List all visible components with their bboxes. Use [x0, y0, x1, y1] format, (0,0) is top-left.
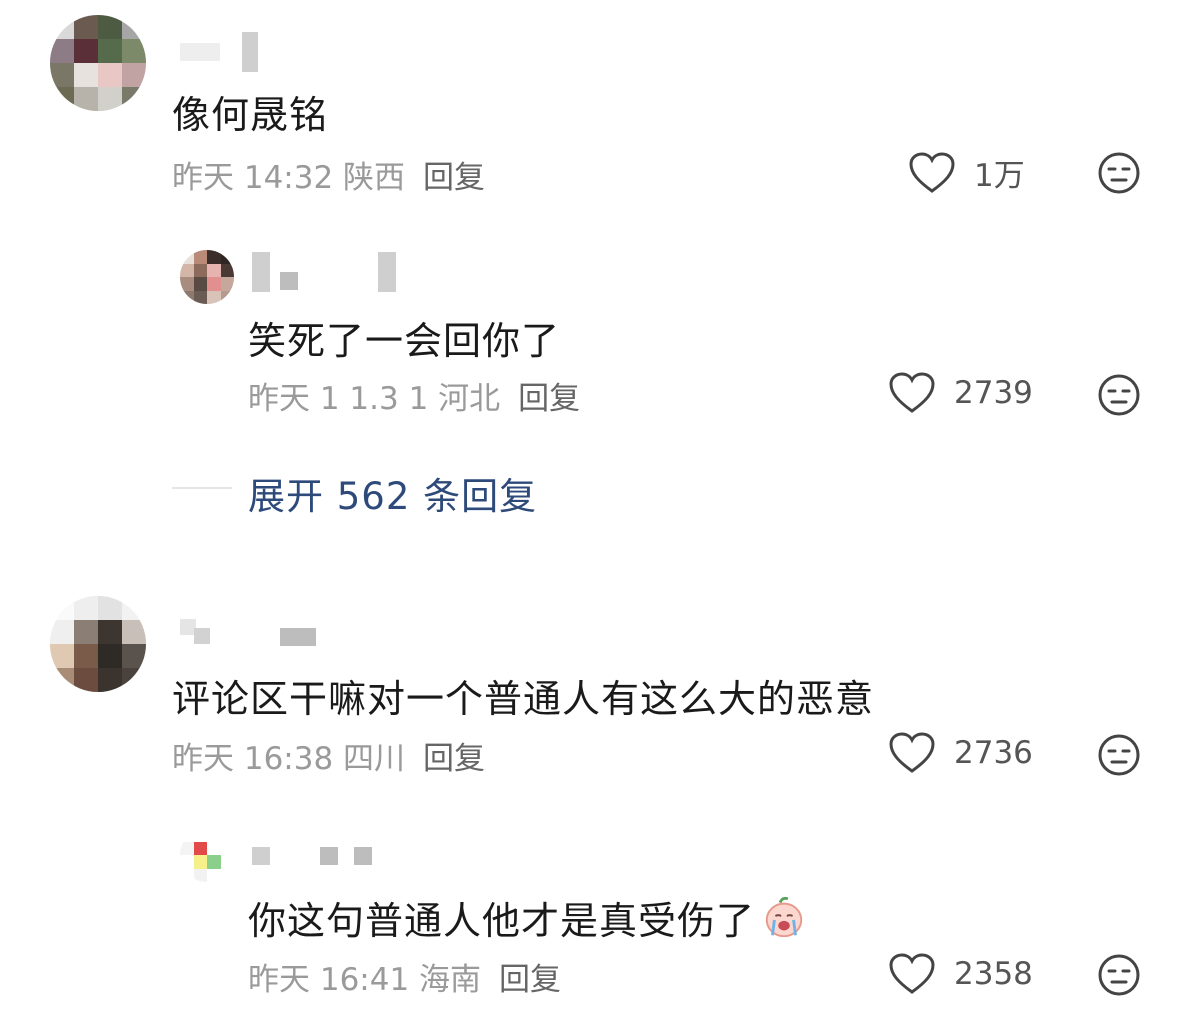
meh-face-icon[interactable]	[1098, 734, 1140, 776]
crying-peach-emoji	[765, 896, 803, 937]
avatar[interactable]	[180, 828, 234, 882]
meh-face-icon[interactable]	[1098, 374, 1140, 416]
comment-meta: 昨天 14:32 陕西 回复	[172, 152, 485, 197]
meh-face-icon[interactable]	[1098, 954, 1140, 996]
comment-time-location: 昨天 1 1.3 1 河北	[248, 381, 501, 417]
like-count: 2736	[954, 735, 1033, 771]
heart-outline-icon	[889, 953, 935, 994]
like-count: 2739	[954, 375, 1033, 411]
comment-text: 你这句普通人他才是真受伤了	[248, 890, 807, 945]
like-button[interactable]: 2736	[888, 731, 1033, 775]
reply-button[interactable]: 回复	[423, 160, 485, 196]
avatar[interactable]	[50, 15, 146, 111]
comment-text: 像何晟铭	[172, 93, 329, 137]
username[interactable]	[252, 847, 372, 865]
comment-time-location: 昨天 16:41 海南	[248, 962, 482, 998]
avatar[interactable]	[180, 250, 234, 304]
username[interactable]	[252, 252, 396, 292]
like-button[interactable]: 1万	[908, 150, 1025, 195]
meh-face-icon[interactable]	[1098, 152, 1140, 194]
heart-outline-icon	[909, 151, 955, 193]
like-button[interactable]: 2358	[888, 952, 1033, 996]
comment-text: 笑死了一会回你了	[248, 319, 561, 363]
reply-button[interactable]: 回复	[518, 381, 580, 417]
avatar[interactable]	[50, 596, 146, 692]
username[interactable]	[180, 32, 258, 72]
comment-meta: 昨天 16:41 海南 回复	[248, 954, 561, 999]
heart-outline-icon	[889, 732, 935, 773]
comment-time-location: 昨天 14:32 陕西	[172, 160, 406, 196]
reply-button[interactable]: 回复	[423, 741, 485, 777]
username[interactable]	[180, 608, 316, 646]
comment-meta: 昨天 1 1.3 1 河北 回复	[248, 373, 580, 418]
heart-outline-icon	[889, 372, 935, 413]
comment-time-location: 昨天 16:38 四川	[172, 741, 406, 777]
reply-button[interactable]: 回复	[499, 962, 561, 998]
comment-text: 评论区干嘛对一个普通人有这么大的恶意	[172, 677, 875, 721]
like-button[interactable]: 2739	[888, 371, 1033, 415]
comment-text-body: 你这句普通人他才是真受伤了	[248, 899, 756, 943]
expand-replies-button[interactable]: 展开 562 条回复	[248, 466, 537, 520]
like-count: 2358	[954, 956, 1033, 992]
expand-divider	[172, 487, 232, 489]
like-count: 1万	[974, 158, 1025, 194]
comment-meta: 昨天 16:38 四川 回复	[172, 733, 485, 778]
